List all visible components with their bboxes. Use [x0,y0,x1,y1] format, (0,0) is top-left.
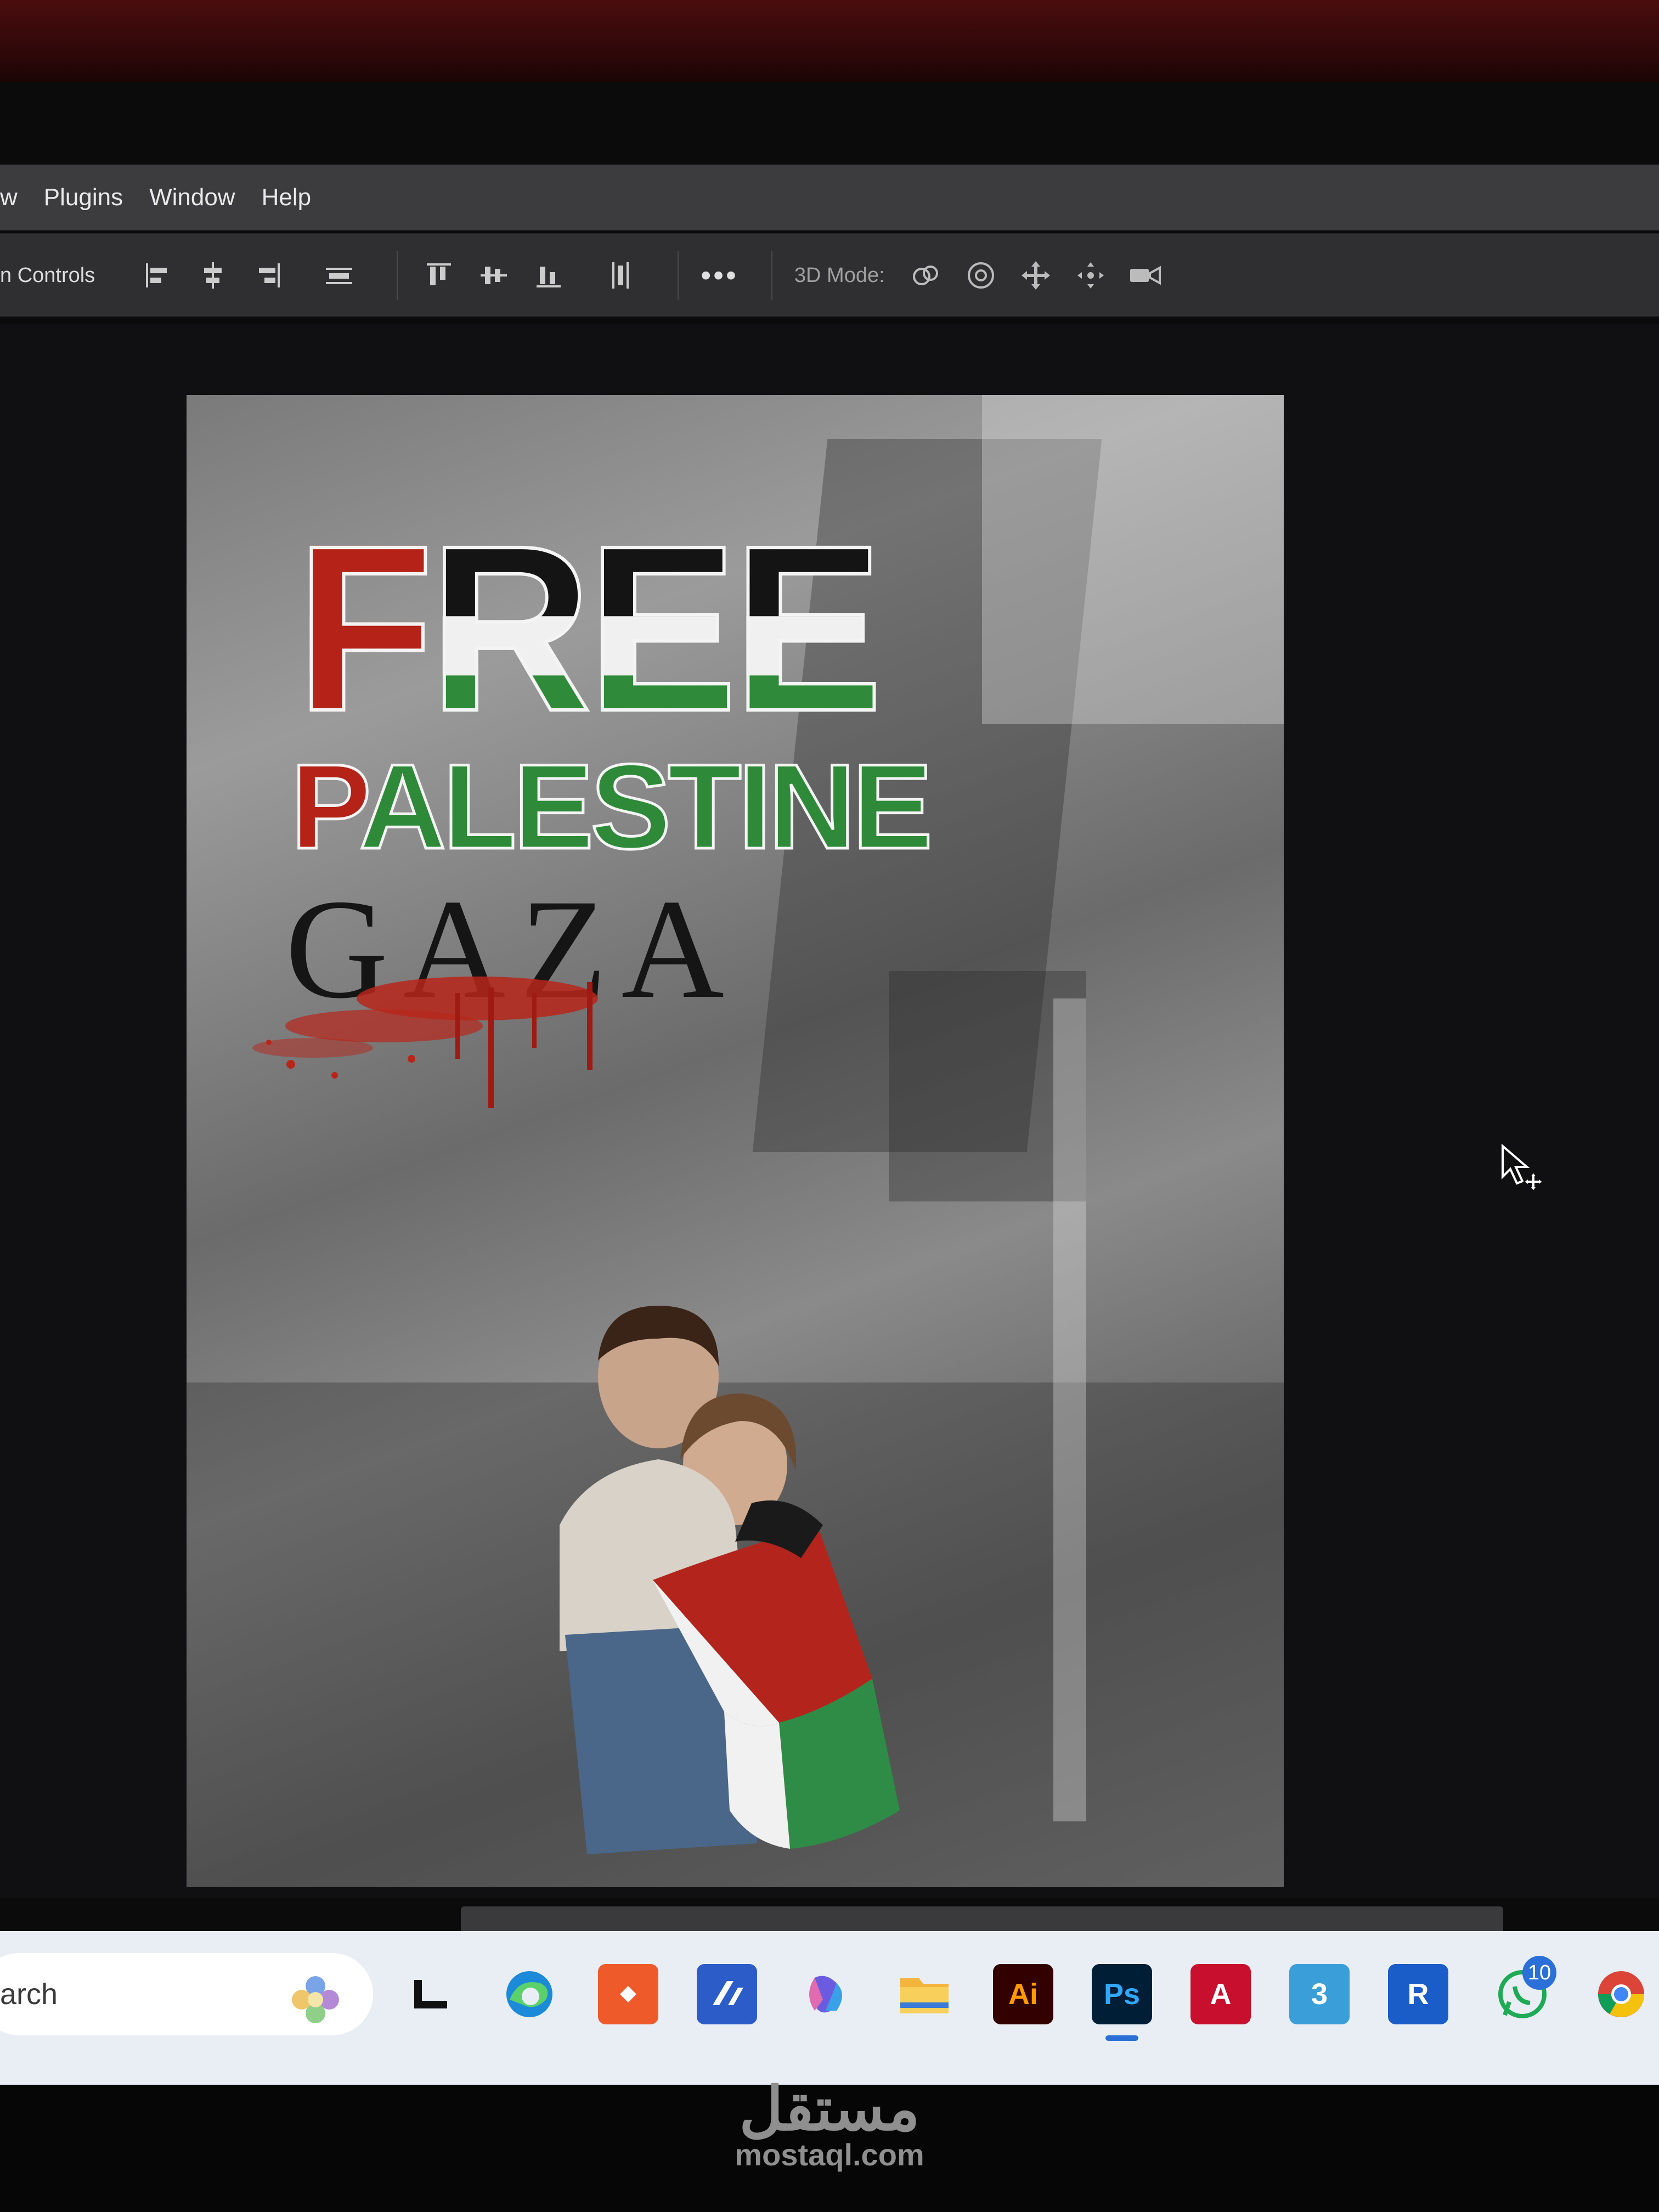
photoshop-icon[interactable]: Ps [1092,1964,1152,2024]
align-center-icon[interactable] [194,256,232,295]
subheadline-palestine[interactable]: PALESTINE [289,745,934,868]
revit-icon[interactable]: R [1388,1964,1448,2024]
align-middle-icon[interactable] [475,256,513,295]
whatsapp-notification-badge: 10 [1522,1956,1556,1990]
align-right-icon[interactable] [249,256,287,295]
pole [1053,998,1086,1821]
align-top-icon[interactable] [420,256,458,295]
pan-3d-icon[interactable] [1017,256,1055,295]
align-left-icon[interactable] [139,256,177,295]
toolbar-divider [397,251,398,300]
distribute-vertical-icon[interactable] [601,256,639,295]
menu-item-view[interactable]: w [0,184,18,211]
3d-mode-label: 3D Mode: [794,263,885,287]
more-options-button[interactable]: ••• [701,258,738,292]
windows-taskbar: arch Ai Ps A 3 R 10 [0,1931,1659,2085]
headline-free[interactable]: FREE [295,509,884,748]
toolbar-divider [771,251,772,300]
3dsmax-icon[interactable]: 3 [1289,1964,1350,2024]
slide-3d-icon[interactable] [1071,256,1110,295]
distribute-horizontal-icon[interactable] [320,256,358,295]
search-box[interactable]: arch [0,1953,373,2035]
illustrator-icon[interactable]: Ai [993,1964,1053,2024]
toolbar-divider [678,251,679,300]
sky-patch [982,395,1284,724]
align-bottom-icon[interactable] [529,256,568,295]
menu-bar: w Plugins Window Help [0,165,1659,230]
options-bar: n Controls ••• 3D Mode: [0,233,1659,317]
move-cursor-icon [1502,1144,1544,1192]
search-placeholder: arch [0,1978,58,2011]
watermark-url: mostaql.com [735,2137,924,2172]
document-canvas[interactable]: FREE PALESTINE GAZA [187,395,1284,1887]
menu-item-help[interactable]: Help [262,184,312,211]
subheadline-first-letter: P [289,739,363,874]
menu-item-plugins[interactable]: Plugins [44,184,123,211]
task-view-icon[interactable] [400,1964,461,2024]
autocad-icon[interactable]: A [1190,1964,1251,2024]
menu-item-window[interactable]: Window [149,184,235,211]
search-highlight-icon[interactable] [285,1970,346,2042]
copilot-icon[interactable] [795,1964,856,2024]
children-with-flag-photo [560,1306,900,1854]
blood-splatter-graphic [252,977,598,1108]
camera-3d-icon[interactable] [1126,256,1165,295]
file-explorer-icon[interactable] [894,1964,955,2024]
chrome-icon[interactable] [1591,1964,1651,2024]
background-room [0,0,1659,88]
roll-3d-icon[interactable] [962,256,1000,295]
edge-icon[interactable] [499,1964,560,2024]
watermark-arabic: مستقل [739,2075,920,2143]
transform-controls-label[interactable]: n Controls [0,264,95,287]
anydesk-icon[interactable] [598,1964,658,2024]
vscode-icon[interactable] [697,1964,757,2024]
subheadline-rest: ALESTINE [358,739,934,874]
orbit-3d-icon[interactable] [907,256,945,295]
photoshop-active-indicator [1105,2035,1138,2041]
